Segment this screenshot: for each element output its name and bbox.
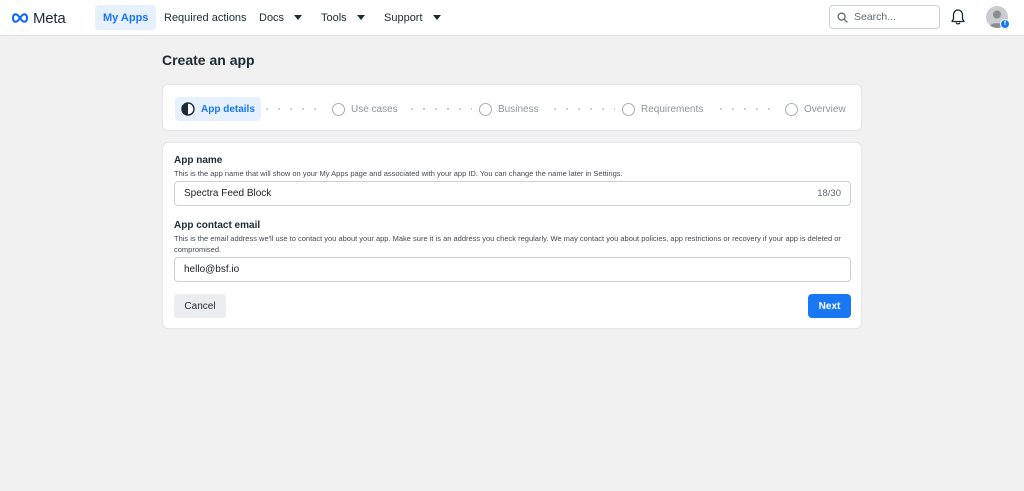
contact-email-label: App contact email — [174, 220, 261, 231]
step-connector — [549, 108, 615, 110]
meta-logo-text: Meta — [33, 9, 66, 27]
nav-tools-label: Tools — [321, 11, 347, 24]
app-name-label: App name — [174, 155, 223, 166]
nav-tools[interactable]: Tools — [313, 5, 373, 30]
search-input[interactable] — [854, 11, 932, 23]
app-name-input[interactable] — [184, 188, 818, 199]
nav-support-label: Support — [384, 11, 423, 24]
chevron-down-icon — [432, 15, 441, 20]
nav-my-apps[interactable]: My Apps — [95, 5, 157, 30]
app-details-form: App name This is the app name that will … — [162, 142, 862, 329]
nav-support[interactable]: Support — [376, 5, 449, 30]
step-connector — [715, 108, 779, 110]
nav-required-actions-label: Required actions — [164, 11, 247, 24]
step-overview[interactable]: Overview — [779, 97, 852, 121]
top-navigation-bar: Meta My Apps Required actions Docs Tools… — [0, 0, 1024, 36]
empty-circle-icon — [622, 102, 635, 116]
search-box[interactable] — [829, 5, 940, 29]
empty-circle-icon — [479, 102, 492, 116]
empty-circle-icon — [785, 102, 798, 116]
step-app-details[interactable]: App details — [175, 97, 261, 121]
email-input[interactable] — [184, 264, 841, 275]
step-connector — [406, 108, 472, 110]
app-name-help: This is the app name that will show on y… — [174, 169, 623, 178]
facebook-badge-icon: f — [1000, 19, 1010, 29]
step-overview-label: Overview — [804, 103, 846, 115]
progress-stepper: App details Use cases Business Requireme… — [162, 84, 862, 131]
chevron-down-icon — [294, 15, 303, 20]
step-business-label: Business — [498, 103, 539, 115]
meta-infinity-icon — [11, 13, 29, 23]
step-use-cases[interactable]: Use cases — [326, 97, 404, 121]
chevron-down-icon — [356, 15, 365, 20]
nav-my-apps-label: My Apps — [103, 11, 149, 24]
empty-circle-icon — [332, 102, 345, 116]
meta-logo[interactable]: Meta — [10, 8, 66, 28]
step-requirements-label: Requirements — [641, 103, 704, 115]
char-counter: 18/30 — [817, 188, 841, 199]
step-business[interactable]: Business — [473, 97, 545, 121]
nav-required-actions[interactable]: Required actions — [156, 5, 255, 30]
cancel-button[interactable]: Cancel — [174, 294, 226, 318]
step-app-details-label: App details — [201, 103, 255, 115]
page-title: Create an app — [162, 52, 255, 68]
bell-icon — [951, 9, 965, 25]
nav-docs-label: Docs — [259, 11, 285, 24]
half-filled-circle-icon — [181, 102, 195, 116]
contact-email-help: This is the email address we'll use to c… — [174, 234, 841, 254]
contact-email-field[interactable] — [174, 257, 851, 282]
step-connector — [261, 108, 323, 110]
next-button[interactable]: Next — [808, 294, 851, 318]
notifications-button[interactable] — [950, 8, 966, 31]
nav-docs[interactable]: Docs — [251, 5, 310, 30]
step-requirements[interactable]: Requirements — [616, 97, 709, 121]
search-icon — [837, 11, 848, 23]
step-use-cases-label: Use cases — [351, 103, 398, 115]
app-name-field[interactable]: 18/30 — [174, 181, 851, 206]
